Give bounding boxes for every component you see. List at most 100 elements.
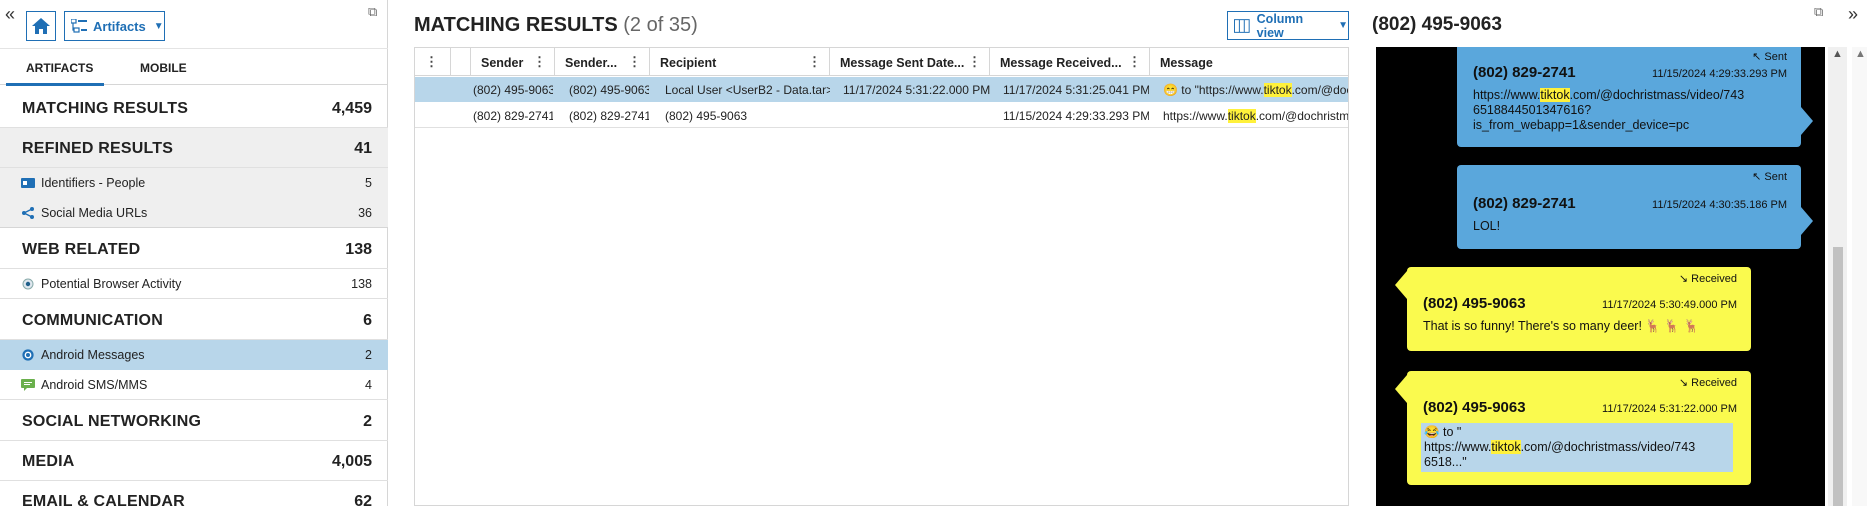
item-count: 138 — [351, 277, 372, 291]
column-view-dropdown[interactable]: Column view ▼ — [1227, 11, 1349, 40]
message-time: 11/17/2024 5:30:49.000 PM — [1602, 299, 1737, 311]
message-text: .com/@dochristmass/video/7436518 — [1291, 83, 1348, 97]
message-bubble-received[interactable]: ↘ Received (802) 495-9063 11/17/2024 5:3… — [1407, 371, 1751, 485]
search-hit-highlight: tiktok — [1540, 88, 1570, 102]
message-text: 6518844501347616? — [1473, 103, 1592, 117]
android-messages-icon — [22, 349, 34, 361]
item-label: Android Messages — [41, 348, 145, 362]
scroll-up-icon[interactable]: ▲ — [1832, 48, 1843, 60]
category-media[interactable]: MEDIA 4,005 — [0, 441, 388, 481]
sidebar-item-identifiers-people[interactable]: Identifiers - People 5 — [0, 168, 388, 198]
message-text: .com/@dochristmass/video/7436518844 — [1255, 109, 1349, 123]
popout-left-icon[interactable]: ⧉ — [368, 4, 377, 20]
table-row[interactable]: (802) 495-9063 (802) 495-9063 Local User… — [415, 77, 1348, 102]
home-button[interactable] — [26, 11, 56, 41]
column-view-icon — [1234, 18, 1250, 33]
cell-recipient: (802) 495-9063 — [665, 109, 748, 123]
item-label: Identifiers - People — [41, 176, 146, 190]
chat-scrollbar[interactable]: ▲ — [1828, 47, 1847, 506]
bubble-tail — [1395, 375, 1407, 403]
category-social-networking[interactable]: SOCIAL NETWORKING 2 — [0, 401, 388, 441]
column-header-label: Message Sent Date... — [840, 56, 965, 70]
category-count: 4,459 — [331, 100, 372, 117]
sidebar-item-android-messages[interactable]: Android Messages 2 — [0, 340, 388, 370]
kebab-icon: ⋮ — [425, 54, 438, 69]
message-text: .com/@dochristmass/video/743 — [1520, 440, 1696, 454]
scroll-up-icon[interactable]: ▲ — [1855, 48, 1866, 60]
result-position: (2 of 35) — [623, 14, 698, 36]
cell-received-date: 11/17/2024 5:31:25.041 PM — [1003, 83, 1149, 97]
message-text: https://www. — [1473, 88, 1541, 102]
column-header-message[interactable]: Message — [1150, 48, 1348, 76]
scrollbar-thumb[interactable] — [1833, 247, 1843, 506]
message-time: 11/15/2024 4:30:35.186 PM — [1652, 199, 1787, 211]
artifacts-dropdown[interactable]: Artifacts ▼ — [64, 11, 165, 41]
kebab-icon[interactable]: ⋮ — [1128, 54, 1141, 70]
results-table: ⋮ Sender ⋮ Sender... ⋮ Recipient ⋮ Message … — [414, 47, 1349, 506]
message-sender: (802) 495-9063 — [1423, 295, 1526, 312]
panel-scrollbar[interactable]: ▲ — [1852, 47, 1867, 506]
column-header-recipient[interactable]: Recipient ⋮ — [650, 48, 830, 76]
column-header-sent-date[interactable]: Message Sent Date... ⋮ — [830, 48, 990, 76]
popout-right-icon[interactable]: ⧉ — [1814, 4, 1823, 20]
message-body: LOL! — [1473, 219, 1501, 233]
category-matching-results[interactable]: MATCHING RESULTS 4,459 — [0, 88, 388, 128]
column-header-sender[interactable]: Sender ⋮ — [471, 48, 555, 76]
tab-artifacts[interactable]: ARTIFACTS — [26, 61, 93, 75]
expand-right-icon[interactable]: » — [1848, 4, 1858, 25]
category-count: 62 — [354, 493, 372, 506]
message-bubble-sent[interactable]: ↖ Sent (802) 829-2741 11/15/2024 4:29:33… — [1457, 47, 1801, 147]
kebab-icon[interactable]: ⋮ — [808, 54, 821, 70]
cell-sent-date: 11/17/2024 5:31:22.000 PM — [843, 83, 991, 97]
search-hit-highlight: tiktok — [1491, 440, 1521, 454]
category-count: 138 — [345, 241, 372, 258]
category-count: 6 — [363, 312, 372, 329]
artifacts-list-icon — [71, 19, 87, 33]
category-name: WEB RELATED — [22, 241, 141, 258]
category-name: MATCHING RESULTS — [22, 100, 189, 117]
cell-message: https://www.tiktok.com/@dochristmass/vid… — [1163, 109, 1349, 123]
table-row[interactable]: (802) 829-2741 (802) 829-2741 (802) 495-… — [415, 103, 1349, 128]
home-icon — [32, 18, 50, 34]
message-body: https://www.tiktok.com/@dochristmass/vid… — [1473, 88, 1744, 133]
kebab-icon[interactable]: ⋮ — [968, 54, 981, 70]
kebab-icon[interactable]: ⋮ — [628, 54, 641, 70]
browser-activity-icon — [22, 278, 34, 290]
column-header-received-date[interactable]: Message Received... ⋮ — [990, 48, 1150, 76]
page-title-text: MATCHING RESULTS — [414, 14, 618, 36]
category-email-calendar[interactable]: EMAIL & CALENDAR 62 — [0, 481, 388, 506]
id-card-icon — [21, 178, 35, 188]
kebab-icon[interactable]: ⋮ — [533, 54, 546, 70]
column-header-label: Sender — [481, 56, 524, 70]
conversation-panel: (802) 495-9063 ⧉ » ↖ Sent (802) 829-2741… — [1350, 0, 1867, 506]
category-count: 2 — [363, 413, 372, 430]
sidebar-item-android-sms-mms[interactable]: Android SMS/MMS 4 — [0, 370, 388, 400]
column-header-sender-2[interactable]: Sender... ⋮ — [555, 48, 650, 76]
category-refined-results[interactable]: REFINED RESULTS 41 — [0, 128, 388, 168]
category-name: COMMUNICATION — [22, 312, 163, 329]
category-name: MEDIA — [22, 453, 75, 470]
tab-mobile[interactable]: MOBILE — [140, 61, 187, 75]
sidebar-item-potential-browser-activity[interactable]: Potential Browser Activity 138 — [0, 269, 388, 299]
cell-recipient: Local User <UserB2 - Data.tar> — [665, 83, 830, 97]
item-label: Potential Browser Activity — [41, 277, 182, 291]
quoted-message: 😂 to " https://www.tiktok.com/@dochristm… — [1421, 423, 1733, 472]
column-header-blank[interactable] — [451, 48, 471, 76]
chevron-down-icon: ▼ — [1338, 20, 1348, 31]
message-text: is_from_webapp=1&sender_device=pc — [1473, 118, 1690, 132]
message-status: ↖ Sent — [1752, 51, 1787, 63]
collapse-left-icon[interactable]: « — [5, 4, 15, 25]
message-status: ↘ Received — [1678, 273, 1737, 285]
message-status: ↖ Sent — [1752, 171, 1787, 183]
category-web-related[interactable]: WEB RELATED 138 — [0, 229, 388, 269]
sms-icon — [21, 379, 35, 391]
category-communication[interactable]: COMMUNICATION 6 — [0, 300, 388, 340]
message-text: .com/@dochristmass/video/743 — [1569, 88, 1745, 102]
column-options-handle[interactable]: ⋮ — [415, 48, 451, 76]
sidebar-item-social-media-urls[interactable]: Social Media URLs 36 — [0, 198, 388, 228]
message-sender: (802) 829-2741 — [1473, 64, 1576, 81]
search-hit-highlight: tiktok — [1227, 109, 1256, 123]
item-count: 5 — [365, 176, 372, 190]
message-bubble-sent[interactable]: ↖ Sent (802) 829-2741 11/15/2024 4:30:35… — [1457, 165, 1801, 249]
message-bubble-received[interactable]: ↘ Received (802) 495-9063 11/17/2024 5:3… — [1407, 267, 1751, 351]
